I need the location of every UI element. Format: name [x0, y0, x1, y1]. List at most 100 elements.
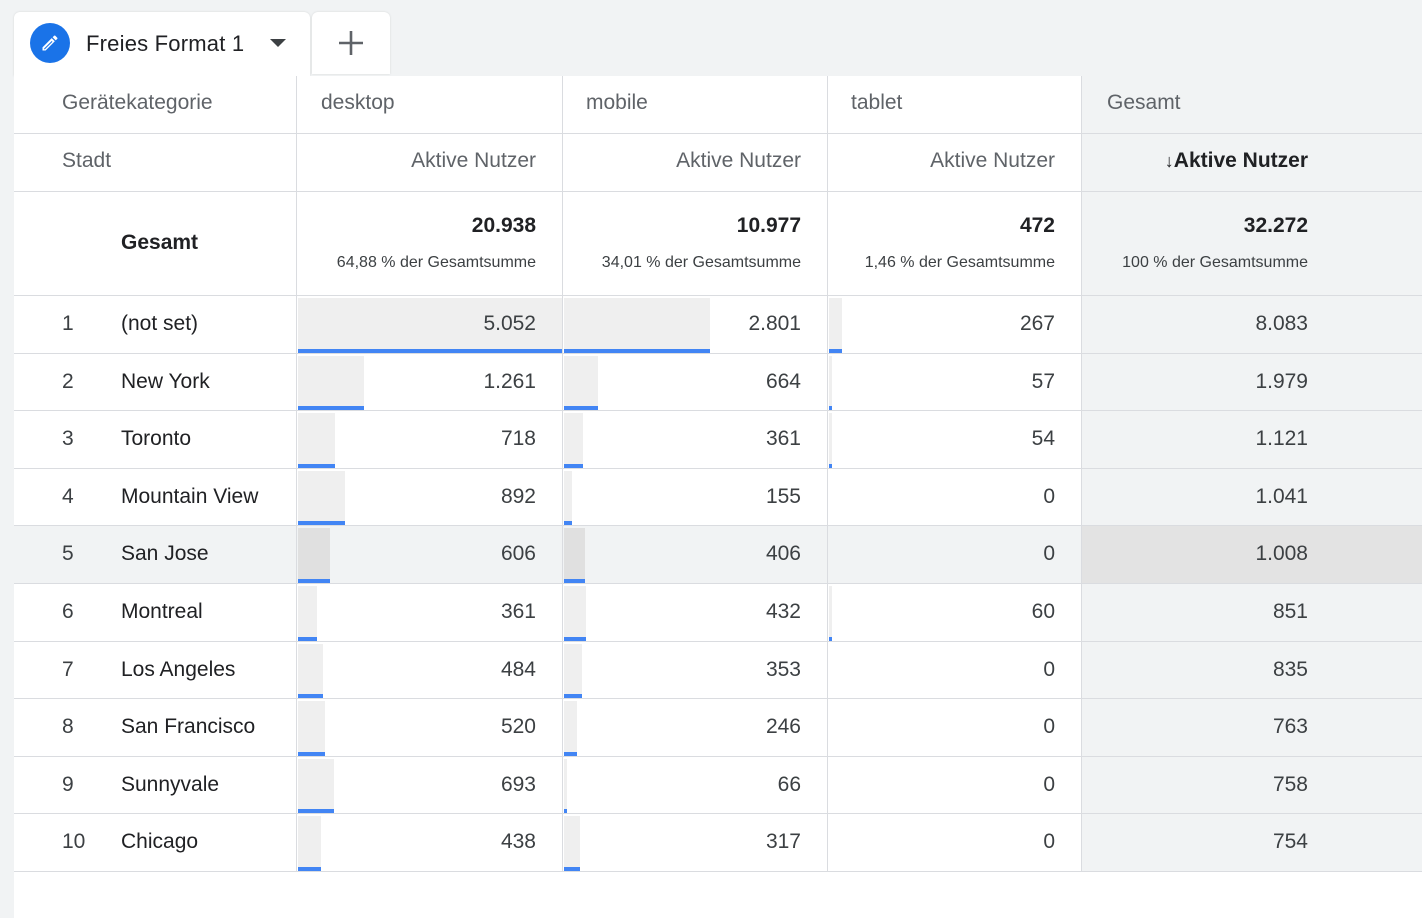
- metric-header-tablet[interactable]: Aktive Nutzer: [828, 134, 1082, 191]
- city-name: Sunnyvale: [121, 772, 220, 796]
- table-row[interactable]: 8 San Francisco 520 246 0 763: [14, 699, 1422, 757]
- value-cell-total: 8.083: [1082, 296, 1422, 353]
- city-cell: 9 Sunnyvale: [14, 756, 297, 814]
- header-cell-dimension[interactable]: Gerätekategorie: [14, 76, 297, 133]
- column-label-total: Gesamt: [1107, 91, 1181, 114]
- city-cell: 5 San Jose: [14, 526, 297, 583]
- value-cell-total: 1.041: [1082, 468, 1422, 526]
- city-name: San Francisco: [121, 715, 256, 739]
- totals-label-cell: Gesamt: [14, 192, 297, 295]
- value-cell-tablet: 0: [828, 468, 1082, 526]
- row-rank: 1: [62, 312, 74, 335]
- header-col-total[interactable]: Gesamt: [1082, 76, 1422, 133]
- header-col-mobile[interactable]: mobile: [563, 76, 828, 133]
- column-label-mobile: mobile: [586, 91, 648, 114]
- value-cell-desktop: 361: [297, 584, 563, 641]
- value-cell-tablet: 54: [828, 411, 1082, 468]
- metric-label: Aktive Nutzer: [930, 149, 1055, 172]
- row-rank: 6: [62, 600, 74, 623]
- value-tablet: 0: [1043, 484, 1055, 508]
- value-cell-tablet: 60: [828, 584, 1082, 641]
- value-cell-mobile: 2.801: [563, 296, 828, 353]
- value-total: 1.041: [1255, 484, 1308, 508]
- metric-header-desktop[interactable]: Aktive Nutzer: [297, 134, 563, 191]
- value-cell-desktop: 484: [297, 641, 563, 699]
- value-mobile: 664: [765, 369, 801, 393]
- table-row[interactable]: 10 Chicago 438 317 0 754: [14, 814, 1422, 872]
- table-row[interactable]: 2 New York 1.261 664 57 1.979: [14, 353, 1422, 412]
- value-desktop: 1.261: [483, 369, 536, 393]
- value-tablet: 0: [1043, 772, 1055, 796]
- value-mobile: 66: [777, 772, 801, 796]
- city-name: San Jose: [121, 542, 209, 566]
- value-mobile: 246: [765, 715, 801, 739]
- value-cell-total: 851: [1082, 584, 1422, 641]
- city-name: Chicago: [121, 830, 199, 854]
- plus-icon: [339, 31, 363, 55]
- value-cell-desktop: 693: [297, 756, 563, 814]
- value-cell-desktop: 5.052: [297, 296, 563, 353]
- dimension-label: Gerätekategorie: [62, 91, 213, 114]
- value-tablet: 0: [1043, 542, 1055, 566]
- metric-label-sorted: Aktive Nutzer: [1173, 149, 1308, 172]
- city-name: Mountain View: [121, 484, 259, 508]
- table-row[interactable]: 9 Sunnyvale 693 66 0 758: [14, 756, 1422, 815]
- value-cell-tablet: 0: [828, 641, 1082, 699]
- header-cell-city[interactable]: Stadt: [14, 134, 297, 191]
- value-tablet: 0: [1043, 830, 1055, 854]
- header-row-dimension: Gerätekategorie desktop mobile tablet Ge…: [14, 76, 1422, 134]
- value-cell-desktop: 606: [297, 526, 563, 583]
- value-desktop: 5.052: [483, 312, 536, 335]
- header-col-desktop[interactable]: desktop: [297, 76, 563, 133]
- value-total: 1.008: [1255, 542, 1308, 566]
- totals-share: 64,88 % der Gesamtsumme: [336, 254, 536, 271]
- table-row[interactable]: 5 San Jose 606 406 0 1.008: [14, 526, 1422, 584]
- table-row[interactable]: 3 Toronto 718 361 54 1.121: [14, 411, 1422, 469]
- value-desktop: 520: [500, 715, 536, 739]
- value-total: 1.121: [1255, 427, 1308, 451]
- table-row[interactable]: 7 Los Angeles 484 353 0 835: [14, 641, 1422, 700]
- metric-header-total-sorted[interactable]: ↓Aktive Nutzer: [1082, 134, 1422, 191]
- header-col-tablet[interactable]: tablet: [828, 76, 1082, 133]
- city-cell: 3 Toronto: [14, 411, 297, 468]
- totals-cell-total: 32.272 100 % der Gesamtsumme: [1082, 192, 1422, 295]
- tab-freies-format[interactable]: Freies Format 1: [14, 12, 310, 76]
- city-cell: 10 Chicago: [14, 814, 297, 871]
- header-row-metric: Stadt Aktive Nutzer Aktive Nutzer Aktive…: [14, 134, 1422, 192]
- city-name: New York: [121, 369, 210, 393]
- row-rank: 8: [62, 715, 74, 739]
- value-cell-mobile: 432: [563, 584, 828, 641]
- city-name: Montreal: [121, 600, 203, 623]
- totals-row: Gesamt 20.938 64,88 % der Gesamtsumme 10…: [14, 192, 1422, 296]
- arrow-down-icon: ↓: [1164, 151, 1174, 171]
- value-total: 8.083: [1255, 312, 1308, 335]
- column-label-tablet: tablet: [851, 91, 903, 114]
- city-name: (not set): [121, 312, 199, 335]
- table-row[interactable]: 6 Montreal 361 432 60 851: [14, 584, 1422, 642]
- value-cell-tablet: 0: [828, 756, 1082, 814]
- value-cell-tablet: 267: [828, 296, 1082, 353]
- value-tablet: 60: [1031, 600, 1055, 623]
- totals-cell-tablet: 472 1,46 % der Gesamtsumme: [828, 192, 1082, 295]
- metric-header-mobile[interactable]: Aktive Nutzer: [563, 134, 828, 191]
- value-tablet: 267: [1019, 312, 1055, 335]
- caret-down-icon[interactable]: [270, 39, 286, 47]
- table-row[interactable]: 1 (not set) 5.052 2.801 267 8.083: [14, 296, 1422, 354]
- row-rank: 3: [62, 427, 74, 451]
- value-cell-desktop: 438: [297, 814, 563, 871]
- value-cell-total: 754: [1082, 814, 1422, 871]
- row-rank: 10: [62, 830, 86, 854]
- table-row[interactable]: 4 Mountain View 892 155 0 1.041: [14, 468, 1422, 527]
- value-desktop: 892: [500, 484, 536, 508]
- pencil-icon[interactable]: [30, 23, 70, 63]
- value-mobile: 361: [765, 427, 801, 451]
- value-cell-mobile: 406: [563, 526, 828, 583]
- value-desktop: 718: [500, 427, 536, 451]
- value-cell-total: 758: [1082, 756, 1422, 814]
- value-tablet: 54: [1031, 427, 1055, 451]
- totals-value: 20.938: [471, 214, 536, 237]
- value-total: 754: [1272, 830, 1308, 854]
- totals-share: 1,46 % der Gesamtsumme: [864, 254, 1055, 271]
- value-cell-total: 1.979: [1082, 353, 1422, 411]
- add-tab-button[interactable]: [312, 12, 390, 74]
